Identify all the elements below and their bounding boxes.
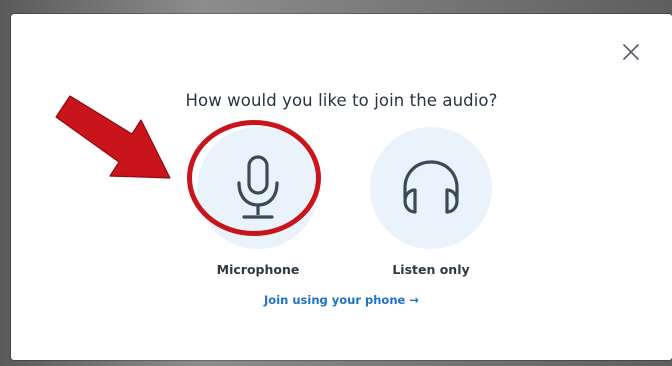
microphone-option[interactable]: Microphone [188, 127, 328, 277]
listen-only-option[interactable]: Listen only [361, 127, 501, 277]
microphone-circle-button[interactable] [197, 127, 319, 249]
close-button[interactable] [620, 41, 642, 63]
headphones-icon [403, 160, 459, 214]
microphone-label: Microphone [216, 262, 300, 277]
listen-only-label: Listen only [392, 262, 470, 277]
join-by-phone-link[interactable]: Join using your phone → [11, 293, 672, 307]
dialog-prompt: How would you like to join the audio? [185, 91, 498, 110]
listen-only-circle-button[interactable] [370, 127, 492, 249]
audio-join-dialog: How would you like to join the audio? Mi… [11, 14, 672, 360]
microphone-icon [237, 155, 279, 219]
close-icon [623, 44, 639, 60]
